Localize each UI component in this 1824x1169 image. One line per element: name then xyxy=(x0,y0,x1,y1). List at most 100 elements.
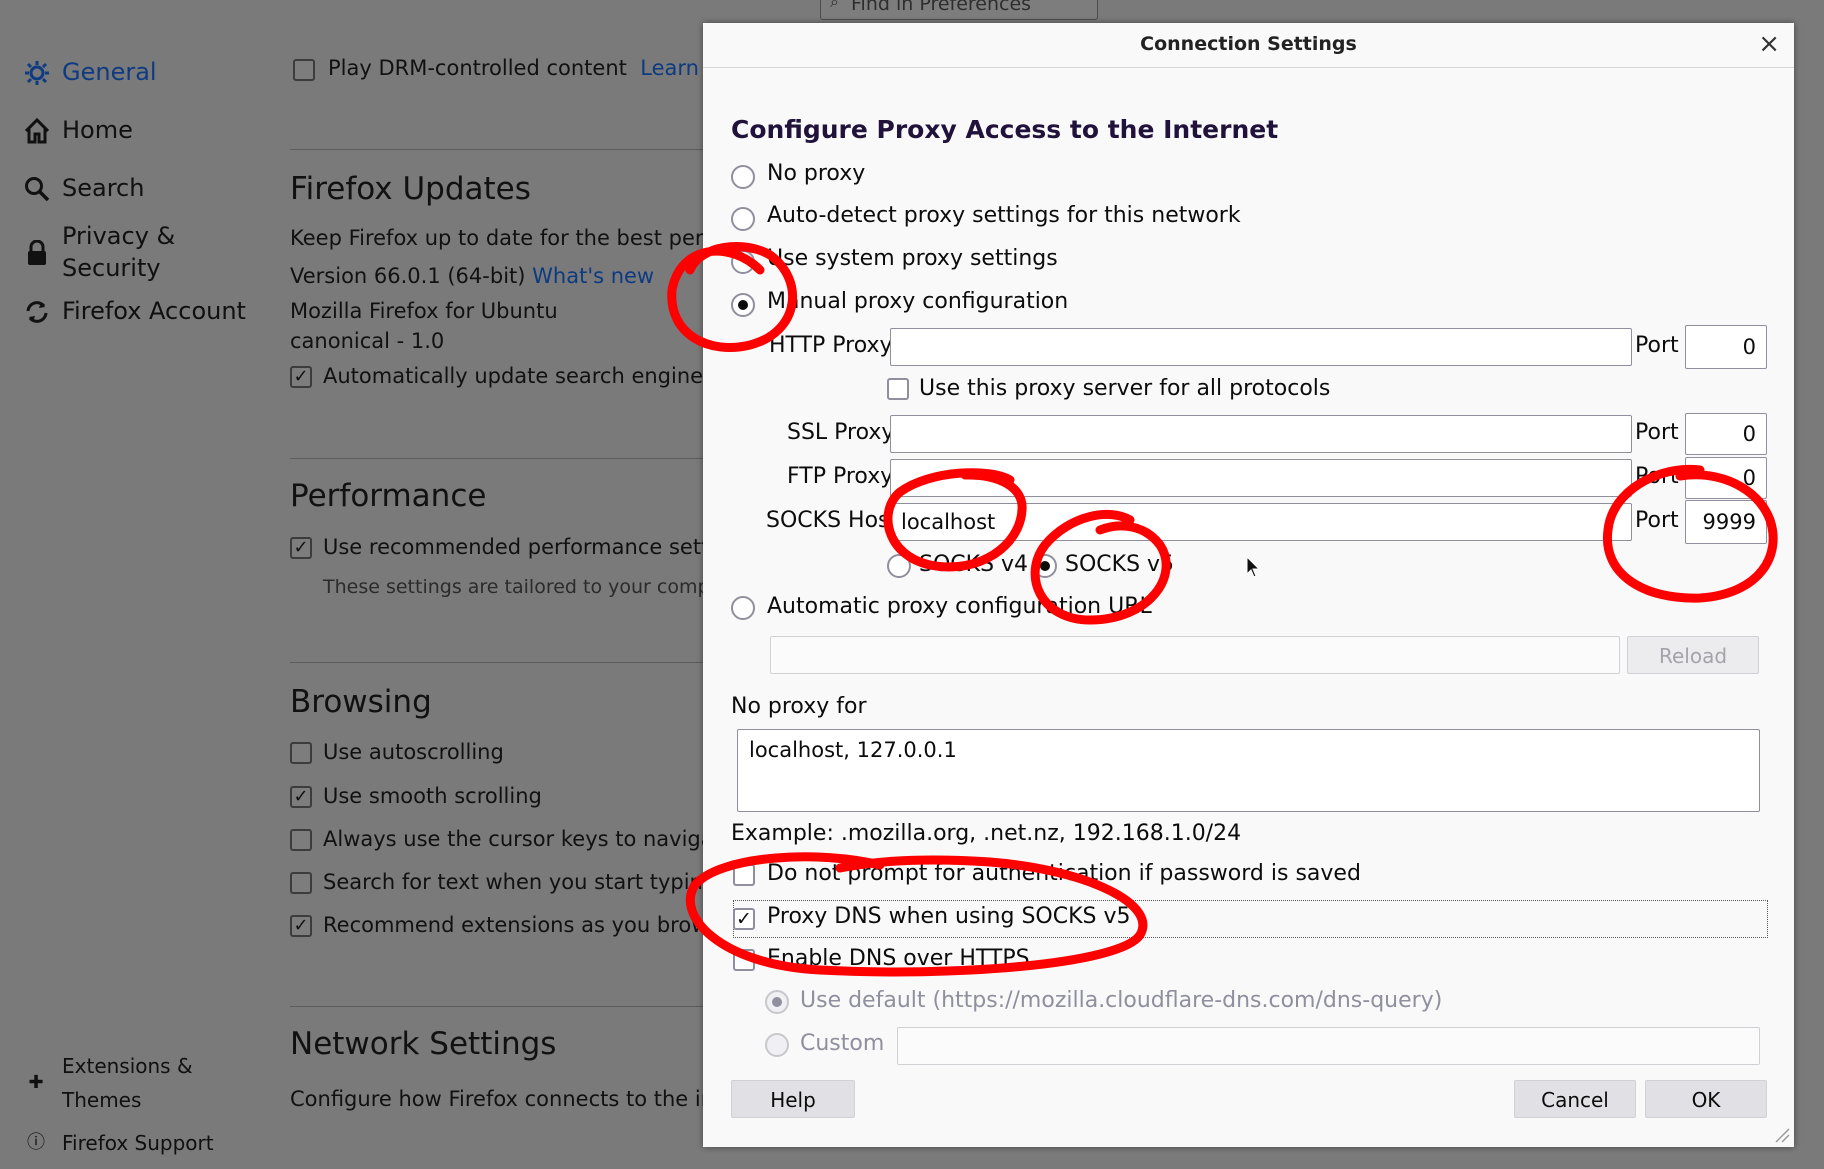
http-port-input[interactable] xyxy=(1685,325,1767,369)
socks-port-input[interactable] xyxy=(1685,500,1767,544)
drm-checkbox[interactable] xyxy=(293,59,315,81)
network-title: Network Settings xyxy=(290,1026,557,1062)
autoscroll-checkbox[interactable] xyxy=(290,742,312,764)
lock-icon xyxy=(22,238,52,268)
ssl-proxy-input[interactable] xyxy=(890,415,1632,453)
divider xyxy=(290,662,710,663)
updates-title: Firefox Updates xyxy=(290,171,531,207)
auto-detect-label: Auto-detect proxy settings for this netw… xyxy=(767,203,1241,228)
nav-general[interactable]: General xyxy=(22,58,157,88)
no-proxy-radio[interactable] xyxy=(731,165,755,189)
proxy-heading: Configure Proxy Access to the Internet xyxy=(731,115,1279,144)
resize-grip-icon[interactable] xyxy=(1774,1127,1790,1143)
socks-v5-label: SOCKS v5 xyxy=(1065,552,1175,577)
whats-new-link[interactable]: What's new xyxy=(532,264,654,288)
browsing-option-label: Search for text when you start typing xyxy=(323,870,717,894)
ftp-port-label: Port xyxy=(1635,464,1679,489)
performance-title: Performance xyxy=(290,478,487,514)
http-port-label: Port xyxy=(1635,333,1679,358)
no-proxy-for-textarea[interactable]: localhost, 127.0.0.1 xyxy=(737,729,1760,812)
doh-custom-input[interactable] xyxy=(897,1027,1760,1065)
socks-v4-label: SOCKS v4 xyxy=(919,552,1029,577)
search-icon: ⌕ xyxy=(830,0,839,11)
reload-button[interactable]: Reload xyxy=(1627,636,1759,674)
socks-host-input[interactable] xyxy=(890,503,1632,541)
ftp-proxy-label: FTP Proxy xyxy=(787,464,894,489)
browsing-option-label: Use autoscrolling xyxy=(323,740,504,764)
cursor-keys-checkbox[interactable] xyxy=(290,829,312,851)
sync-icon xyxy=(22,297,52,327)
search-icon xyxy=(22,174,52,204)
nav-extensions-themes[interactable]: ✚ Extensions & Themes xyxy=(24,1049,192,1117)
auto-config-url-radio[interactable] xyxy=(731,596,755,620)
doh-default-label: Use default (https://mozilla.cloudflare-… xyxy=(800,988,1443,1013)
http-proxy-input[interactable] xyxy=(890,328,1632,366)
mouse-cursor-icon xyxy=(1246,556,1261,578)
updates-desc: Keep Firefox up to date for the best per… xyxy=(290,226,724,250)
drm-label: Play DRM-controlled content Learn m xyxy=(328,56,727,80)
nav-firefox-account[interactable]: Firefox Account xyxy=(22,297,246,327)
browsing-title: Browsing xyxy=(290,684,432,720)
home-icon xyxy=(22,116,52,146)
doh-label: Enable DNS over HTTPS xyxy=(767,946,1030,971)
version-line: Version 66.0.1 (64-bit) What's new xyxy=(290,264,655,288)
help-icon: ⓘ xyxy=(27,1132,45,1153)
nav-search[interactable]: Search xyxy=(22,174,144,204)
divider xyxy=(290,1006,710,1007)
socks-host-label: SOCKS Host xyxy=(766,508,899,533)
distro-line-2: canonical - 1.0 xyxy=(290,329,445,353)
manual-proxy-radio[interactable] xyxy=(731,293,755,317)
auto-config-url-input[interactable] xyxy=(770,636,1620,674)
no-prompt-auth-checkbox[interactable] xyxy=(733,864,755,886)
ssl-port-label: Port xyxy=(1635,420,1679,445)
no-prompt-auth-label: Do not prompt for authentication if pass… xyxy=(767,861,1361,886)
ssl-proxy-label: SSL Proxy xyxy=(787,420,895,445)
socks-v4-radio[interactable] xyxy=(887,554,911,578)
distro-line-1: Mozilla Firefox for Ubuntu xyxy=(290,299,558,323)
dialog-title: Connection Settings xyxy=(1140,33,1357,55)
divider xyxy=(290,458,710,459)
no-proxy-for-label: No proxy for xyxy=(731,694,867,719)
doh-custom-radio[interactable] xyxy=(765,1033,789,1057)
system-proxy-label: Use system proxy settings xyxy=(767,246,1058,271)
smooth-scroll-checkbox[interactable]: ✓ xyxy=(290,786,312,808)
no-proxy-example: Example: .mozilla.org, .net.nz, 192.168.… xyxy=(731,821,1242,846)
http-proxy-label: HTTP Proxy xyxy=(769,333,893,358)
auto-detect-radio[interactable] xyxy=(731,207,755,231)
auto-config-url-label: Automatic proxy configuration URL xyxy=(767,594,1152,619)
all-protocols-checkbox[interactable] xyxy=(887,378,909,400)
cancel-button[interactable]: Cancel xyxy=(1514,1080,1636,1118)
search-typing-checkbox[interactable] xyxy=(290,872,312,894)
recommended-performance-label: Use recommended performance setti xyxy=(323,535,716,559)
ftp-proxy-input[interactable] xyxy=(890,459,1632,497)
proxy-dns-checkbox[interactable]: ✓ xyxy=(733,908,755,930)
nav-home[interactable]: Home xyxy=(22,116,133,146)
system-proxy-radio[interactable] xyxy=(731,250,755,274)
doh-custom-label: Custom xyxy=(800,1031,885,1056)
nav-firefox-support[interactable]: ⓘ Firefox Support xyxy=(24,1126,214,1160)
ssl-port-input[interactable] xyxy=(1685,413,1767,455)
socks-port-label: Port xyxy=(1635,508,1679,533)
divider xyxy=(290,149,710,150)
auto-update-checkbox[interactable]: ✓ xyxy=(290,366,312,388)
find-in-preferences-input[interactable]: ⌕ Find in Preferences xyxy=(820,0,1098,20)
no-proxy-label: No proxy xyxy=(767,161,866,186)
ok-button[interactable]: OK xyxy=(1645,1080,1767,1118)
browsing-option-label: Recommend extensions as you brow xyxy=(323,913,709,937)
network-desc: Configure how Firefox connects to the in… xyxy=(290,1087,723,1111)
nav-privacy-security[interactable]: Privacy & Security xyxy=(22,220,175,284)
performance-note: These settings are tailored to your comp… xyxy=(323,576,722,598)
recommended-performance-checkbox[interactable]: ✓ xyxy=(290,537,312,559)
auto-update-label: Automatically update search engines xyxy=(323,364,715,388)
proxy-dns-label: Proxy DNS when using SOCKS v5 xyxy=(767,904,1131,929)
ftp-port-input[interactable] xyxy=(1685,457,1767,499)
doh-default-radio[interactable] xyxy=(765,990,789,1014)
gear-icon xyxy=(22,58,52,88)
socks-v5-radio[interactable] xyxy=(1033,554,1057,578)
manual-proxy-label: Manual proxy configuration xyxy=(767,289,1069,314)
close-icon[interactable]: × xyxy=(1758,29,1780,59)
doh-checkbox[interactable] xyxy=(733,949,755,971)
recommend-extensions-checkbox[interactable]: ✓ xyxy=(290,915,312,937)
help-button[interactable]: Help xyxy=(731,1080,855,1118)
browsing-option-label: Always use the cursor keys to navigate xyxy=(323,827,735,851)
